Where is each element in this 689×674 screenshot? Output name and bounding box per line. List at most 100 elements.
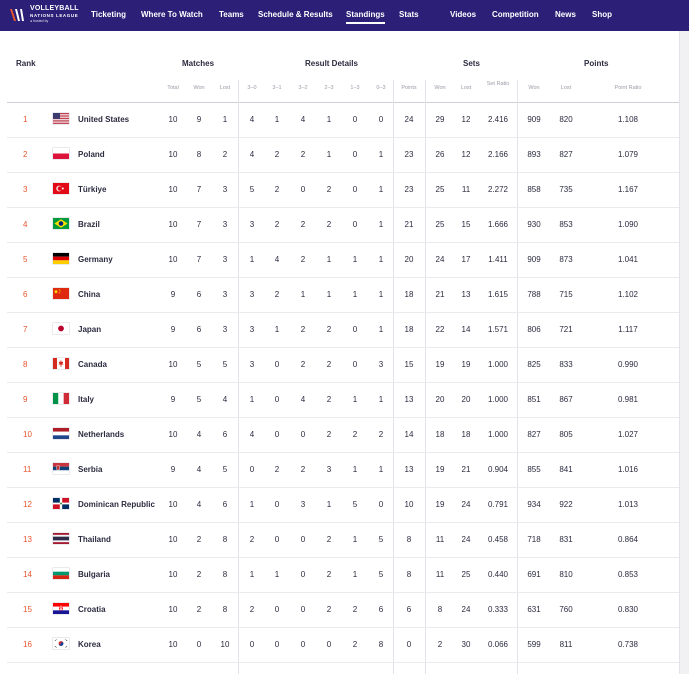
team-name-link[interactable]: China	[78, 277, 100, 312]
subheader-sets-won[interactable]: Won	[429, 85, 451, 91]
team-name-link[interactable]: Netherlands	[78, 417, 124, 452]
th-flag-icon	[53, 533, 69, 544]
table-row[interactable]: 12 Dominican Republic 10 4 6 1 0 3 1 5 0 10 19 24 0.79…	[0, 487, 679, 522]
table-row[interactable]: 8 Canada 10 5 5 3 0 2 2 0 3 15 19 19 1.000 825 833 0.990	[0, 347, 679, 382]
table-row[interactable]: 4 Brazil 10 7 3 3 2 2 2 0 1 21 25 15 1.666 930 853 1.090	[0, 207, 679, 242]
cell-lost: 3	[222, 290, 228, 299]
cell-r13: 0	[352, 150, 358, 159]
nav-where-to-watch[interactable]: Where To Watch	[141, 10, 203, 19]
table-row[interactable]: 3 Türkiye 10 7 3 5 2 0 2 0 1 23 25 11 2.272 858 735 1.167	[0, 172, 679, 207]
logo-line-3: ● hosted by	[30, 19, 49, 23]
cell-r31: 1	[274, 570, 280, 579]
nav-stats[interactable]: Stats	[399, 10, 419, 19]
cell-r32: 4	[300, 115, 306, 124]
team-name-link[interactable]: Türkiye	[78, 172, 106, 207]
team-name-link[interactable]: Germany	[78, 242, 113, 277]
rank-cell: 15	[23, 605, 32, 614]
team-name-link[interactable]: Canada	[78, 347, 107, 382]
cell-sl: 12	[461, 115, 471, 124]
cell-lost: 6	[222, 500, 228, 509]
nav-news[interactable]: News	[555, 10, 576, 19]
subheader-total[interactable]: Total	[162, 85, 184, 91]
cell-sl: 12	[461, 150, 471, 159]
subheader-points-won[interactable]: Won	[523, 85, 545, 91]
top-navigation: VOLLEYBALL NATIONS LEAGUE ● hosted by Ti…	[0, 0, 689, 31]
subheader-1-3[interactable]: 1–3	[344, 85, 366, 91]
team-name-link[interactable]: Serbia	[78, 452, 102, 487]
table-row[interactable]: 9 Italy 9 5 4 1 0 4 2 1 1 13 20 20 1.000 851 867 0.981	[0, 382, 679, 417]
cell-pr: 0.738	[617, 640, 639, 649]
table-row[interactable]: 5 Germany 10 7 3 1 4 2 1 1 1 20 24 17 1.411 909 873 1.041	[0, 242, 679, 277]
cell-lost: 5	[222, 465, 228, 474]
cell-r30: 5	[249, 185, 255, 194]
team-name-link[interactable]: Japan	[78, 312, 101, 347]
cell-lost: 8	[222, 535, 228, 544]
table-row[interactable]: 13 Thailand 10 2 8 2 0 0 2 1 5 8 11 24 0.458 718 831 0.86…	[0, 522, 679, 557]
kr-flag-icon	[53, 638, 69, 649]
team-name-link[interactable]: Poland	[78, 137, 105, 172]
table-row[interactable]: 15 Croatia 10 2 8 2 0 0 2 2 6 6 8 24 0.333 631 760 0.830	[0, 592, 679, 627]
nav-standings[interactable]: Standings	[346, 10, 385, 24]
table-row[interactable]: 10 Netherlands 10 4 6 4 0 0 2 2 2 14 18 18 1.000 827 805…	[0, 417, 679, 452]
de-flag-icon	[53, 253, 69, 264]
team-name-link[interactable]: Dominican Republic	[78, 487, 155, 522]
cell-lost: 6	[222, 430, 228, 439]
subheader-won[interactable]: Won	[188, 85, 210, 91]
cell-pr: 1.016	[617, 465, 639, 474]
table-row[interactable]: 11 Serbia 9 4 5 0 2 2 3 1 1 13 19 21 0.904 855 841 1.016	[0, 452, 679, 487]
cell-r13: 0	[352, 325, 358, 334]
nav-videos[interactable]: Videos	[450, 10, 476, 19]
cell-r13: 1	[352, 535, 358, 544]
bg-flag-icon	[53, 568, 69, 579]
subheader-sets-lost[interactable]: Lost	[455, 85, 477, 91]
table-row[interactable]: 16 Korea 10 0 10 0 0 0 0 2 8 0 2 30 0.066 599 811 0.738	[0, 627, 679, 662]
subheader-3-2[interactable]: 3–2	[292, 85, 314, 91]
subheader-3-1[interactable]: 3–1	[266, 85, 288, 91]
header-sets: Sets	[463, 59, 480, 68]
table-row[interactable]: 14 Bulgaria 10 2 8 1 1 0 2 1 5 8 11 25 0.440 691 810 0.85…	[0, 557, 679, 592]
subheader-0-3[interactable]: 0–3	[370, 85, 392, 91]
subheader-points[interactable]: Points	[396, 85, 422, 91]
table-row[interactable]: 1 United States 10 9 1 4 1 4 1 0 0 24 29 12 2.416 909 82…	[0, 102, 679, 137]
cell-r30: 4	[249, 430, 255, 439]
subheader-3-0[interactable]: 3–0	[241, 85, 263, 91]
table-row[interactable]: 6 China 9 6 3 3 2 1 1 1 1 18 21 13 1.615 788 715 1.102	[0, 277, 679, 312]
nav-teams[interactable]: Teams	[219, 10, 244, 19]
subheader-set-ratio[interactable]: Set Ratio	[486, 81, 510, 87]
team-name-link[interactable]: Italy	[78, 382, 94, 417]
nav-shop[interactable]: Shop	[592, 10, 612, 19]
cell-r23: 2	[326, 220, 332, 229]
table-row[interactable]: 7 Japan 9 6 3 3 1 2 2 0 1 18 22 14 1.571 806 721 1.117	[0, 312, 679, 347]
cell-sw: 8	[437, 605, 443, 614]
cell-pl: 721	[559, 325, 573, 334]
nav-schedule-results[interactable]: Schedule & Results	[258, 10, 333, 19]
pl-flag-icon	[53, 148, 69, 159]
team-name-link[interactable]: United States	[78, 102, 129, 137]
cell-lost: 1	[222, 115, 228, 124]
team-name-link[interactable]: Thailand	[78, 522, 111, 557]
cell-sl: 17	[461, 255, 471, 264]
team-name-link[interactable]: Bulgaria	[78, 557, 110, 592]
subheader-lost[interactable]: Lost	[214, 85, 236, 91]
team-name-link[interactable]: Korea	[78, 627, 101, 662]
nav-competition[interactable]: Competition	[492, 10, 539, 19]
br-flag-icon	[53, 218, 69, 229]
rs-flag-icon	[53, 463, 69, 474]
cell-r13: 1	[352, 290, 358, 299]
cell-r23: 3	[326, 465, 332, 474]
cell-r30: 1	[249, 500, 255, 509]
table-row[interactable]: 2 Poland 10 8 2 4 2 2 1 0 1 23 26 12 2.166 893 827 1.079	[0, 137, 679, 172]
cell-sr: 2.166	[487, 150, 509, 159]
scrollbar-track[interactable]	[679, 31, 689, 674]
cell-won: 7	[196, 185, 202, 194]
cell-sw: 18	[435, 430, 445, 439]
subheader-points-lost[interactable]: Lost	[555, 85, 577, 91]
subheader-2-3[interactable]: 2–3	[318, 85, 340, 91]
team-name-link[interactable]: Croatia	[78, 592, 106, 627]
cell-r30: 3	[249, 290, 255, 299]
cell-lost: 5	[222, 360, 228, 369]
nav-ticketing[interactable]: Ticketing	[91, 10, 126, 19]
team-name-link[interactable]: Brazil	[78, 207, 100, 242]
subheader-point-ratio[interactable]: Point Ratio	[603, 85, 653, 91]
header-rank[interactable]: Rank	[16, 59, 36, 68]
